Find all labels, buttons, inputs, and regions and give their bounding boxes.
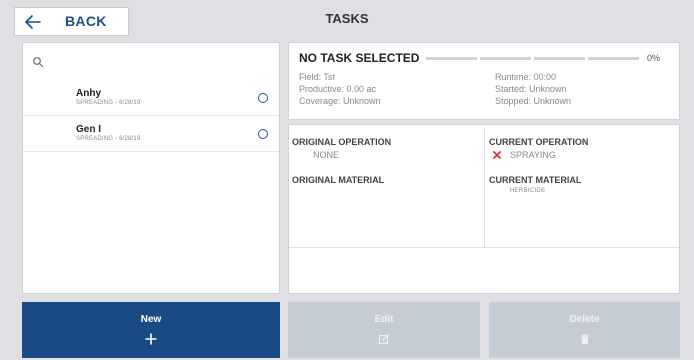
coverage-info: Coverage: Unknown xyxy=(299,96,381,106)
delete-task-button[interactable]: Delete xyxy=(489,302,680,358)
task-status-panel: NO TASK SELECTED 0% Field: Tst Productiv… xyxy=(288,42,680,120)
started-info: Started: Unknown xyxy=(495,84,567,94)
delete-button-label: Delete xyxy=(569,314,600,325)
plus-icon xyxy=(145,333,157,345)
original-operation-value: NONE xyxy=(313,150,340,160)
top-bar: BACK TASKS xyxy=(0,0,694,38)
current-material-value: HERBICIDE xyxy=(510,188,546,194)
productive-info: Productive: 0.00 ac xyxy=(299,84,377,94)
original-material-label: ORIGINAL MATERIAL xyxy=(292,175,385,185)
stopped-info: Stopped: Unknown xyxy=(495,96,572,106)
current-operation-label: CURRENT OPERATION xyxy=(489,137,589,147)
column-divider xyxy=(484,129,485,247)
field-info: Field: Tst xyxy=(299,72,335,82)
edit-task-button[interactable]: Edit xyxy=(288,302,480,358)
progress-percent: 0% xyxy=(647,53,661,63)
task-list-panel: Anhy SPREADING - 6/28/19 Gen I SPREADING… xyxy=(22,42,280,294)
task-radio-button[interactable] xyxy=(258,93,268,103)
search-icon[interactable] xyxy=(32,56,44,68)
close-icon xyxy=(493,151,501,159)
status-title: NO TASK SELECTED xyxy=(299,51,420,65)
operations-panel: ORIGINAL OPERATION NONE ORIGINAL MATERIA… xyxy=(288,124,680,294)
progress-bar xyxy=(426,57,639,60)
task-subtitle: SPREADING - 6/28/19 xyxy=(76,136,141,142)
task-list-item[interactable]: Anhy SPREADING - 6/28/19 xyxy=(23,80,279,116)
edit-button-label: Edit xyxy=(374,314,394,325)
page-title: TASKS xyxy=(325,11,369,26)
current-operation-value: SPRAYING xyxy=(510,150,556,160)
row-divider xyxy=(289,247,679,248)
task-radio-button[interactable] xyxy=(258,129,268,139)
edit-icon xyxy=(378,333,390,345)
trash-icon xyxy=(579,334,590,344)
task-name: Gen I xyxy=(76,124,102,135)
new-button-label: New xyxy=(140,314,162,325)
task-name: Anhy xyxy=(76,88,101,99)
task-list-item[interactable]: Gen I SPREADING - 6/28/19 xyxy=(23,116,279,152)
current-material-label: CURRENT MATERIAL xyxy=(489,175,582,185)
runtime-info: Runtime: 00:00 xyxy=(495,72,557,82)
original-operation-label: ORIGINAL OPERATION xyxy=(292,137,392,147)
task-subtitle: SPREADING - 6/28/19 xyxy=(76,100,141,106)
new-task-button[interactable]: New xyxy=(22,302,280,358)
